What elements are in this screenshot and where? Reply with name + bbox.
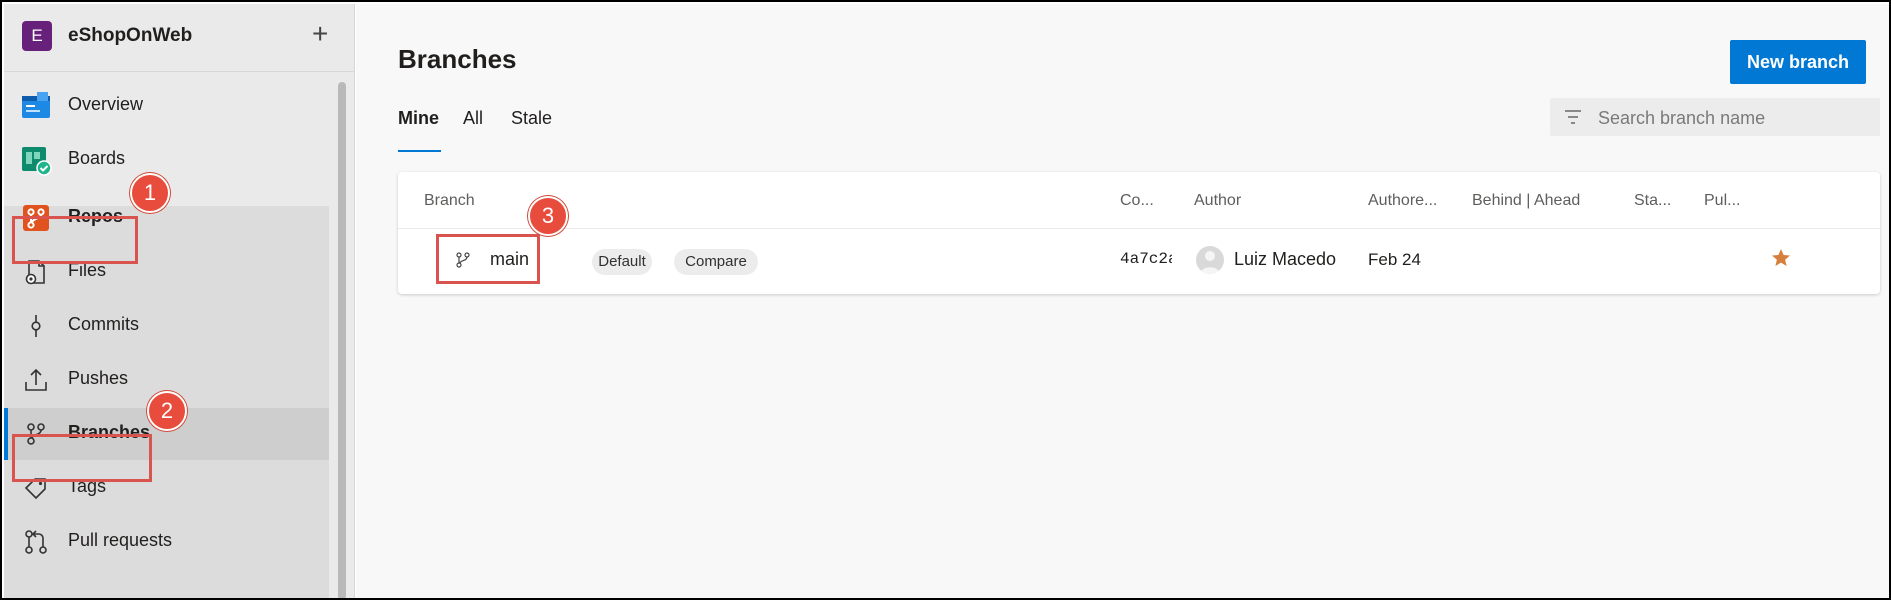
sidebar-scrollbar[interactable] <box>338 82 346 598</box>
main-content: Branches New branch Mine All Stale Searc… <box>356 4 1889 598</box>
column-header-pull-request[interactable]: Pul... <box>1704 192 1740 210</box>
project-header: E eShopOnWeb + <box>4 4 355 72</box>
nav-item-overview[interactable]: Overview <box>4 80 329 132</box>
nav-label-commits: Commits <box>68 314 139 334</box>
column-header-branch[interactable]: Branch <box>424 192 475 210</box>
favorite-star-icon[interactable] <box>1770 247 1792 269</box>
nav-label-overview: Overview <box>68 94 144 114</box>
commit-id[interactable]: 4a7c2a <box>1120 250 1172 268</box>
column-header-commit[interactable]: Co... <box>1120 192 1154 210</box>
step-marker-3: 3 <box>528 196 568 236</box>
step-marker-1: 1 <box>130 173 170 213</box>
nav-label-boards: Boards <box>68 148 126 168</box>
commit-icon <box>31 315 41 337</box>
overview-icon <box>22 92 50 118</box>
nav-item-boards[interactable]: Boards <box>4 134 329 186</box>
author-name: Luiz Macedo <box>1234 249 1337 269</box>
tab-all[interactable]: All <box>463 108 483 129</box>
table-row[interactable]: main Default Compare 4a7c2a Luiz Macedo … <box>398 229 1880 292</box>
add-icon[interactable]: + <box>312 18 328 50</box>
left-navigation: E eShopOnWeb + Overview Boards Repos Fil… <box>4 4 355 598</box>
page-title: Branches <box>398 44 517 74</box>
new-branch-button[interactable]: New branch <box>1730 40 1866 84</box>
nav-label-pushes: Pushes <box>68 368 129 388</box>
column-header-author[interactable]: Author <box>1194 192 1241 210</box>
search-branch-field[interactable]: Search branch name <box>1550 98 1880 136</box>
boards-icon <box>22 147 52 176</box>
search-placeholder: Search branch name <box>1598 108 1766 128</box>
highlight-main-branch <box>436 234 540 284</box>
tab-mine[interactable]: Mine <box>398 108 439 129</box>
tab-stale[interactable]: Stale <box>511 108 552 129</box>
step-marker-2: 2 <box>147 391 187 431</box>
nav-item-commits[interactable]: Commits <box>4 300 329 352</box>
person-icon <box>1200 251 1220 274</box>
highlight-repos <box>12 216 138 264</box>
column-header-status[interactable]: Sta... <box>1634 192 1671 210</box>
column-header-behind-ahead[interactable]: Behind | Ahead <box>1472 192 1580 210</box>
active-tab-indicator <box>398 150 441 152</box>
compare-badge[interactable]: Compare <box>674 249 758 275</box>
default-badge: Default <box>592 249 652 275</box>
pull-request-icon <box>25 530 47 554</box>
column-header-authored[interactable]: Authore... <box>1368 192 1437 210</box>
window-frame: E eShopOnWeb + Overview Boards Repos Fil… <box>0 0 1891 600</box>
branches-table: Branch Co... Author Authore... Behind | … <box>398 172 1880 294</box>
filter-icon <box>1565 110 1581 124</box>
author-avatar <box>1196 246 1224 274</box>
highlight-branches <box>12 434 152 482</box>
authored-date: Feb 24 <box>1368 250 1421 269</box>
selected-indicator <box>4 408 8 460</box>
nav-label-pull-requests: Pull requests <box>68 530 173 550</box>
project-avatar[interactable]: E <box>22 21 52 51</box>
push-icon <box>25 368 47 391</box>
nav-item-pull-requests[interactable]: Pull requests <box>4 516 329 568</box>
project-name[interactable]: eShopOnWeb <box>68 25 192 47</box>
